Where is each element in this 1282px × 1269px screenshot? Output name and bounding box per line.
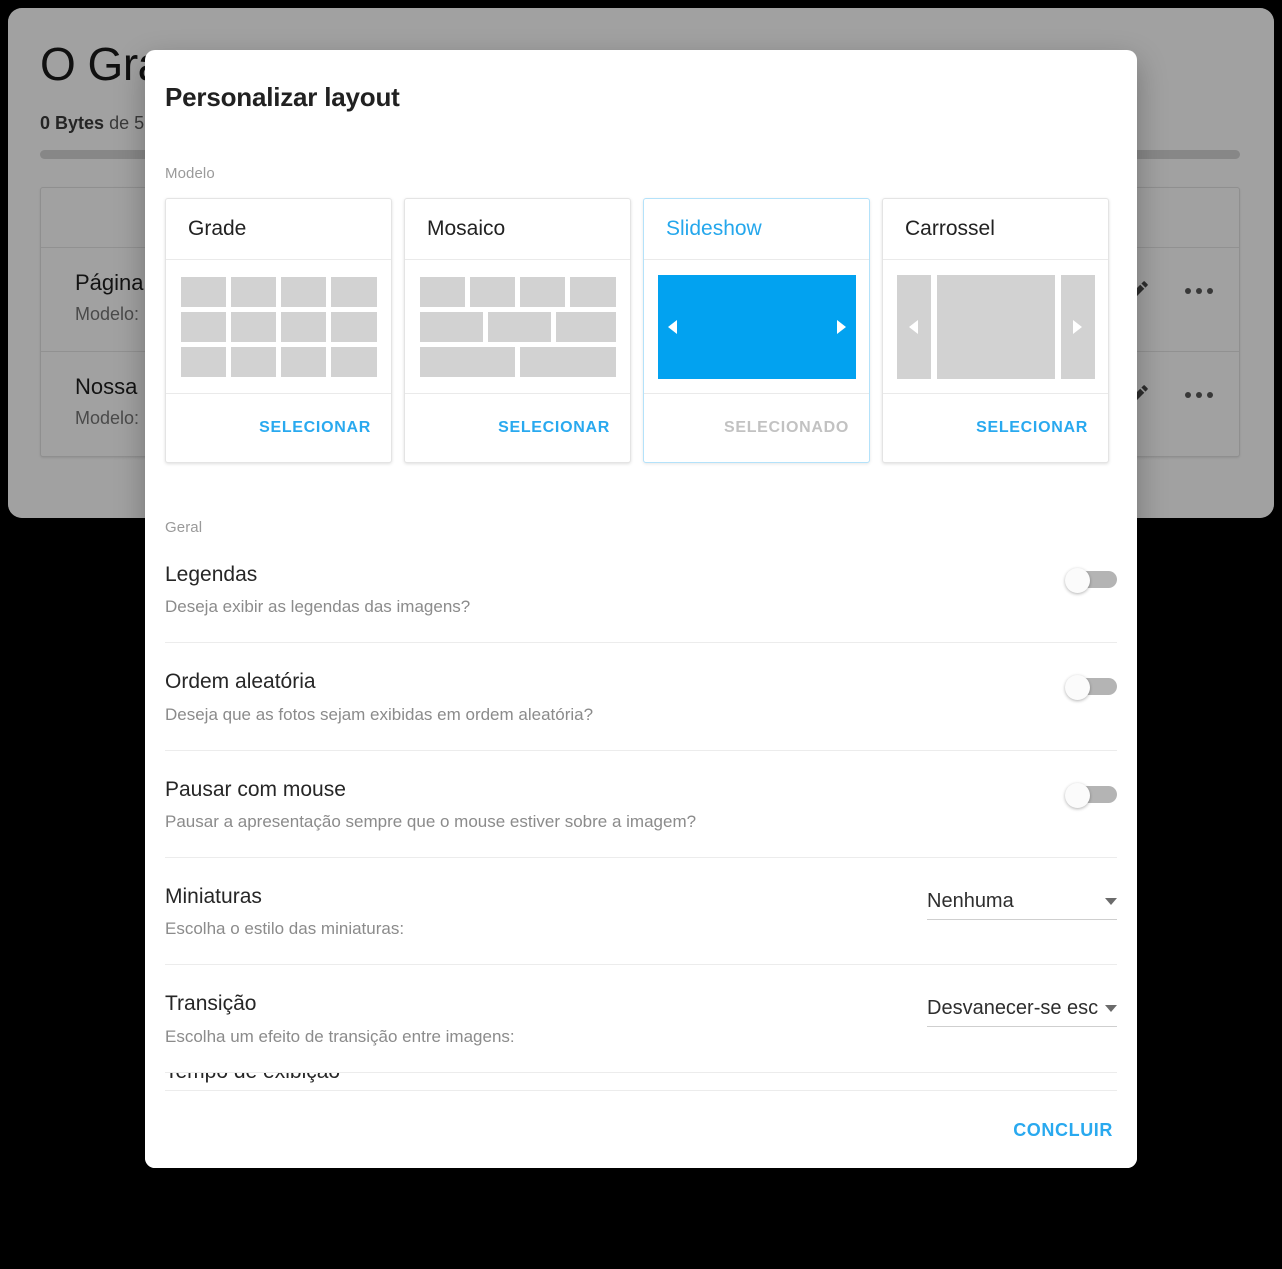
legendas-toggle[interactable] bbox=[1065, 568, 1117, 593]
dialog-footer: CONCLUIR bbox=[145, 1092, 1137, 1168]
template-card-title: Mosaico bbox=[405, 199, 630, 260]
setting-title: Tempo de exibição bbox=[165, 1073, 1117, 1085]
setting-title: Legendas bbox=[165, 563, 258, 586]
chevron-down-icon bbox=[1105, 1005, 1117, 1013]
concluir-button[interactable]: CONCLUIR bbox=[1009, 1112, 1117, 1149]
select-mosaico-button[interactable]: SELECIONAR bbox=[498, 419, 610, 437]
setting-title: Ordem aleatória bbox=[165, 670, 316, 694]
setting-title: Pausar com mouse bbox=[165, 777, 346, 801]
setting-transicao: Transição Escolha um efeito de transição… bbox=[165, 965, 1117, 1073]
customize-layout-dialog: Personalizar layout Modelo Grade SELECIO… bbox=[145, 50, 1137, 1168]
template-card-slideshow[interactable]: Slideshow SELECIONADO bbox=[643, 198, 870, 463]
miniaturas-select[interactable]: Nenhuma bbox=[927, 890, 1117, 921]
setting-description: Deseja exibir as legendas das imagens? bbox=[165, 597, 471, 617]
setting-ordem-aleatoria: Ordem aleatória Deseja que as fotos seja… bbox=[165, 643, 1117, 751]
transicao-select[interactable]: Desvanecer-se escuro bbox=[927, 997, 1117, 1028]
setting-description: Escolha o estilo das miniaturas: bbox=[165, 919, 405, 939]
pausar-com-mouse-toggle[interactable] bbox=[1065, 782, 1117, 808]
transicao-select-value: Desvanecer-se escuro bbox=[927, 997, 1099, 1020]
grid-preview-icon bbox=[166, 260, 391, 394]
template-card-title: Slideshow bbox=[644, 199, 869, 260]
miniaturas-select-value: Nenhuma bbox=[927, 890, 1014, 913]
setting-legendas: Legendas Deseja exibir as legendas das i… bbox=[165, 536, 1117, 644]
select-grade-button[interactable]: SELECIONAR bbox=[259, 419, 371, 437]
setting-title: Transição bbox=[165, 992, 257, 1016]
template-card-title: Carrossel bbox=[883, 199, 1108, 260]
dialog-body: Modelo Grade SELECIONAR Mosaico SELECION… bbox=[145, 113, 1137, 1092]
template-card-list: Grade SELECIONAR Mosaico SELECIONAR Slid… bbox=[165, 198, 1117, 463]
mosaic-preview-icon bbox=[405, 260, 630, 394]
chevron-right-icon bbox=[836, 319, 846, 334]
carousel-preview-icon bbox=[883, 260, 1108, 394]
template-card-title: Grade bbox=[166, 199, 391, 260]
section-label-geral: Geral bbox=[165, 519, 203, 536]
setting-tempo-de-exibicao-clipped: Tempo de exibição bbox=[165, 1073, 1117, 1091]
setting-title: Miniaturas bbox=[165, 885, 262, 909]
select-carrossel-button[interactable]: SELECIONAR bbox=[976, 419, 1088, 437]
dialog-title: Personalizar layout bbox=[165, 82, 400, 112]
chevron-left-icon bbox=[667, 319, 677, 334]
slideshow-preview-icon bbox=[644, 260, 869, 394]
setting-miniaturas: Miniaturas Escolha o estilo das miniatur… bbox=[165, 858, 1117, 966]
template-card-grade[interactable]: Grade SELECIONAR bbox=[165, 198, 392, 463]
setting-description: Escolha um efeito de transição entre ima… bbox=[165, 1026, 515, 1046]
chevron-left-icon bbox=[909, 319, 918, 334]
setting-description: Pausar a apresentação sempre que o mouse… bbox=[165, 811, 697, 831]
screen-root: O Gra 0 Bytes de 5. Página I Modelo: I N… bbox=[0, 0, 1282, 1269]
setting-description: Deseja que as fotos sejam exibidas em or… bbox=[165, 704, 594, 724]
setting-pausar-com-mouse: Pausar com mouse Pausar a apresentação s… bbox=[165, 751, 1117, 859]
ordem-aleatoria-toggle[interactable] bbox=[1065, 675, 1117, 701]
selected-slideshow-button: SELECIONADO bbox=[723, 419, 849, 436]
template-card-carrossel[interactable]: Carrossel SELECIONAR bbox=[882, 198, 1109, 463]
chevron-right-icon bbox=[1073, 319, 1082, 334]
chevron-down-icon bbox=[1105, 898, 1117, 906]
section-label-modelo: Modelo bbox=[165, 165, 215, 182]
template-card-mosaico[interactable]: Mosaico SELECIONAR bbox=[404, 198, 631, 463]
